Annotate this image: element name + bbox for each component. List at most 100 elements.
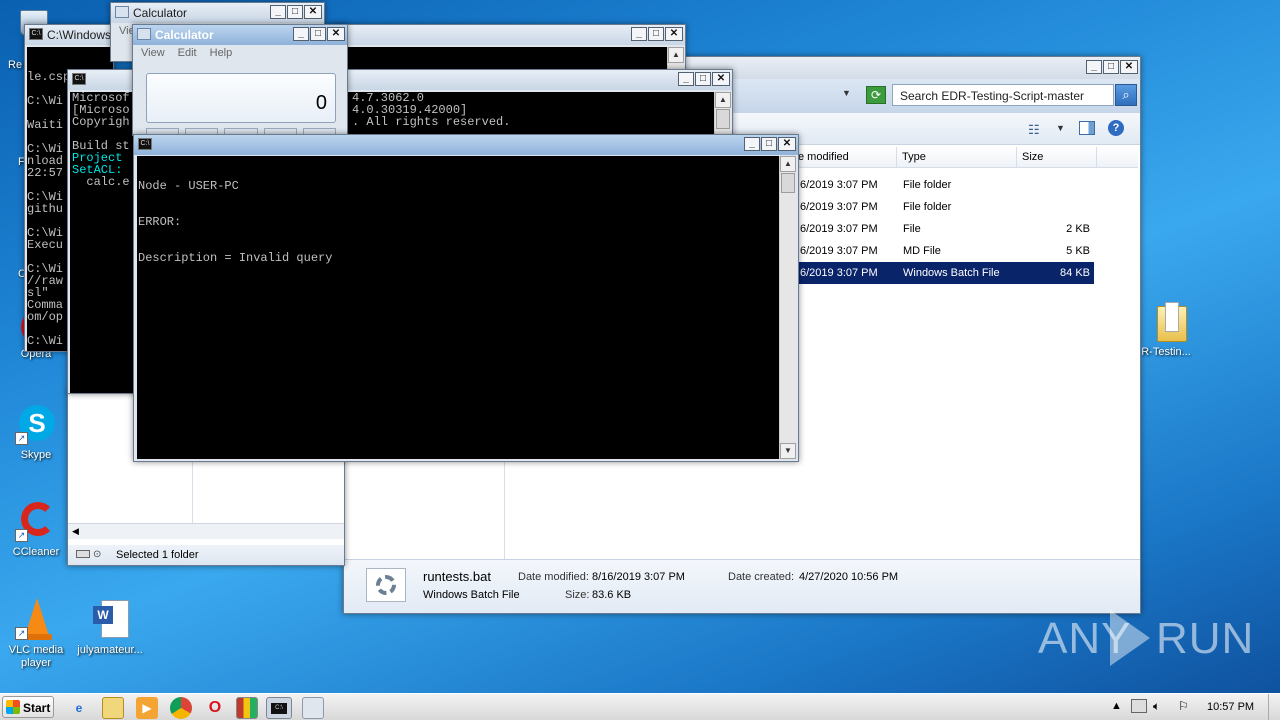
row-date: 6/2019 3:07 PM bbox=[800, 245, 878, 257]
show-hidden-icons-button[interactable]: ▲ bbox=[1111, 700, 1122, 712]
scroll-up-icon[interactable]: ▲ bbox=[715, 92, 731, 108]
console-line: Node - USER-PC bbox=[138, 179, 239, 193]
desktop-icon-vlc[interactable]: ↗ VLC media player bbox=[0, 598, 72, 670]
table-row[interactable]: 6/2019 3:07 PM MD File 5 KB bbox=[798, 240, 1094, 262]
menu-help[interactable]: Help bbox=[210, 47, 233, 59]
cmd-top-console[interactable] bbox=[333, 47, 667, 71]
table-row[interactable]: 6/2019 3:07 PM File folder bbox=[798, 174, 1094, 196]
desktop-icon-skype[interactable]: S ↗ Skype bbox=[0, 403, 72, 461]
column-divider[interactable] bbox=[1016, 147, 1017, 168]
desktop-icon-label: CCleaner bbox=[12, 546, 60, 558]
row-size: 84 KB bbox=[1060, 267, 1090, 279]
desktop-icon-folder[interactable]: R-Testin... bbox=[1132, 300, 1204, 358]
chrome-icon[interactable] bbox=[170, 697, 192, 719]
minimize-button[interactable]: _ bbox=[270, 5, 286, 19]
vertical-scrollbar[interactable]: ▲ ▼ bbox=[779, 156, 796, 459]
search-icon[interactable]: ⌕ bbox=[1115, 84, 1137, 106]
column-size[interactable]: Size bbox=[1022, 151, 1043, 163]
maximize-button[interactable]: □ bbox=[761, 137, 777, 151]
desktop-icon-word-doc[interactable]: W julyamateur... bbox=[74, 598, 146, 656]
explorer-folder-icon[interactable] bbox=[102, 697, 124, 719]
cmd-back-titlebar[interactable]: C:\ C:\Windows bbox=[25, 25, 113, 45]
close-button[interactable]: ✕ bbox=[778, 137, 796, 151]
flag-icon[interactable]: ⚐ bbox=[1178, 699, 1189, 713]
minimize-button[interactable]: _ bbox=[631, 27, 647, 41]
scroll-left-icon[interactable]: ◀ bbox=[72, 526, 79, 537]
calculator-window[interactable]: Calculator _ □ ✕ View Edit Help 0 bbox=[132, 24, 348, 136]
media-player-icon[interactable]: ▶ bbox=[136, 697, 158, 719]
window-controls: _ □ ✕ bbox=[293, 27, 345, 41]
menu-view[interactable]: View bbox=[141, 47, 165, 59]
minimize-button[interactable]: _ bbox=[293, 27, 309, 41]
scroll-up-icon[interactable]: ▲ bbox=[780, 156, 796, 172]
volume-icon[interactable]: 🔈︎ bbox=[1153, 699, 1160, 714]
cmd-main-console[interactable]: Node - USER-PC ERROR: Description = Inva… bbox=[137, 156, 779, 459]
close-button[interactable]: ✕ bbox=[665, 27, 683, 41]
table-row[interactable]: 6/2019 3:07 PM File folder bbox=[798, 196, 1094, 218]
skype-icon: S ↗ bbox=[15, 403, 57, 445]
search-input[interactable]: Search EDR-Testing-Script-master bbox=[892, 84, 1114, 106]
help-icon[interactable]: ? bbox=[1108, 120, 1124, 136]
winrar-icon[interactable] bbox=[236, 697, 258, 719]
taskbar: Start e ▶ O C:\ ▲ 🔈︎ ⚐ 10:57 PM bbox=[0, 693, 1280, 720]
calc-titlebar[interactable]: Calculator _ □ ✕ bbox=[133, 25, 347, 45]
scroll-thumb[interactable] bbox=[716, 109, 730, 129]
file-list: 6/2019 3:07 PM File folder 6/2019 3:07 P… bbox=[798, 174, 1098, 294]
cmd-window-main[interactable]: C:\ _ □ ✕ Node - USER-PC ERROR: Descript… bbox=[133, 134, 799, 462]
minimize-button[interactable]: _ bbox=[744, 137, 760, 151]
status-text: Selected 1 folder bbox=[116, 549, 199, 561]
view-options-icon[interactable]: ☷ bbox=[1028, 122, 1040, 138]
window-title: Calculator bbox=[133, 6, 188, 20]
row-type: File folder bbox=[903, 179, 952, 191]
show-desktop-button[interactable] bbox=[1268, 694, 1280, 720]
menu-edit[interactable]: Edit bbox=[178, 47, 197, 59]
view-dropdown-icon[interactable]: ▼ bbox=[1056, 123, 1065, 133]
scroll-up-icon[interactable]: ▲ bbox=[668, 47, 684, 63]
close-button[interactable]: ✕ bbox=[712, 72, 730, 86]
play-triangle-icon bbox=[1110, 610, 1150, 666]
scroll-down-icon[interactable]: ▼ bbox=[780, 443, 796, 459]
scroll-thumb[interactable] bbox=[781, 173, 795, 193]
maximize-button[interactable]: □ bbox=[695, 72, 711, 86]
desktop-icon-ccleaner[interactable]: ↗ CCleaner bbox=[0, 500, 72, 558]
minimize-button[interactable]: _ bbox=[678, 72, 694, 86]
taskbar-clock[interactable]: 10:57 PM bbox=[1207, 701, 1254, 713]
cmd-top-titlebar[interactable]: _ □ ✕ bbox=[331, 25, 685, 45]
cmd-icon: C:\ bbox=[29, 28, 43, 40]
details-kind: Windows Batch File bbox=[423, 589, 520, 601]
window-controls: _ □ ✕ bbox=[678, 72, 730, 86]
maximize-button[interactable]: □ bbox=[1103, 60, 1119, 74]
vertical-scrollbar[interactable]: ▲ bbox=[667, 47, 684, 71]
column-divider[interactable] bbox=[1096, 147, 1097, 168]
action-center-icon[interactable] bbox=[1131, 699, 1147, 713]
vlc-cone-icon: ↗ bbox=[15, 598, 57, 640]
horizontal-scrollbar[interactable]: ◀ bbox=[68, 523, 344, 539]
column-divider[interactable] bbox=[896, 147, 897, 168]
start-button[interactable]: Start bbox=[2, 696, 54, 718]
close-button[interactable]: ✕ bbox=[1120, 60, 1138, 74]
column-type[interactable]: Type bbox=[902, 151, 926, 163]
maximize-button[interactable]: □ bbox=[648, 27, 664, 41]
refresh-icon[interactable]: ⟳ bbox=[866, 86, 886, 104]
minimize-button[interactable]: _ bbox=[1086, 60, 1102, 74]
preview-pane-icon[interactable] bbox=[1079, 121, 1095, 135]
opera-taskbar-icon[interactable]: O bbox=[204, 697, 226, 719]
column-date-modified[interactable]: e modified bbox=[798, 151, 898, 167]
internet-explorer-icon[interactable]: e bbox=[68, 697, 90, 719]
close-button[interactable]: ✕ bbox=[304, 5, 322, 19]
maximize-button[interactable]: □ bbox=[310, 27, 326, 41]
maximize-button[interactable]: □ bbox=[287, 5, 303, 19]
table-row[interactable]: 6/2019 3:07 PM File 2 KB bbox=[798, 218, 1094, 240]
calculator-taskbar-icon[interactable] bbox=[302, 697, 324, 719]
calc-back-titlebar[interactable]: Calculator _ □ ✕ bbox=[111, 3, 324, 23]
close-button[interactable]: ✕ bbox=[327, 27, 345, 41]
console-lines: Microsof [Microso Copyrigh Build st Project… bbox=[72, 92, 130, 188]
table-row-selected[interactable]: 6/2019 3:07 PM Windows Batch File 84 KB bbox=[798, 262, 1094, 284]
desktop-icon-label: VLC media player bbox=[8, 644, 64, 669]
details-created-label: Date created: bbox=[728, 571, 795, 583]
address-dropdown-icon[interactable]: ▼ bbox=[842, 88, 851, 98]
cmd-main-titlebar[interactable]: C:\ _ □ ✕ bbox=[134, 135, 798, 155]
window-title: C:\Windows bbox=[47, 28, 112, 42]
cmd-window-top[interactable]: _ □ ✕ ▲ bbox=[330, 24, 686, 72]
cmd-taskbar-button[interactable]: C:\ bbox=[266, 697, 292, 719]
